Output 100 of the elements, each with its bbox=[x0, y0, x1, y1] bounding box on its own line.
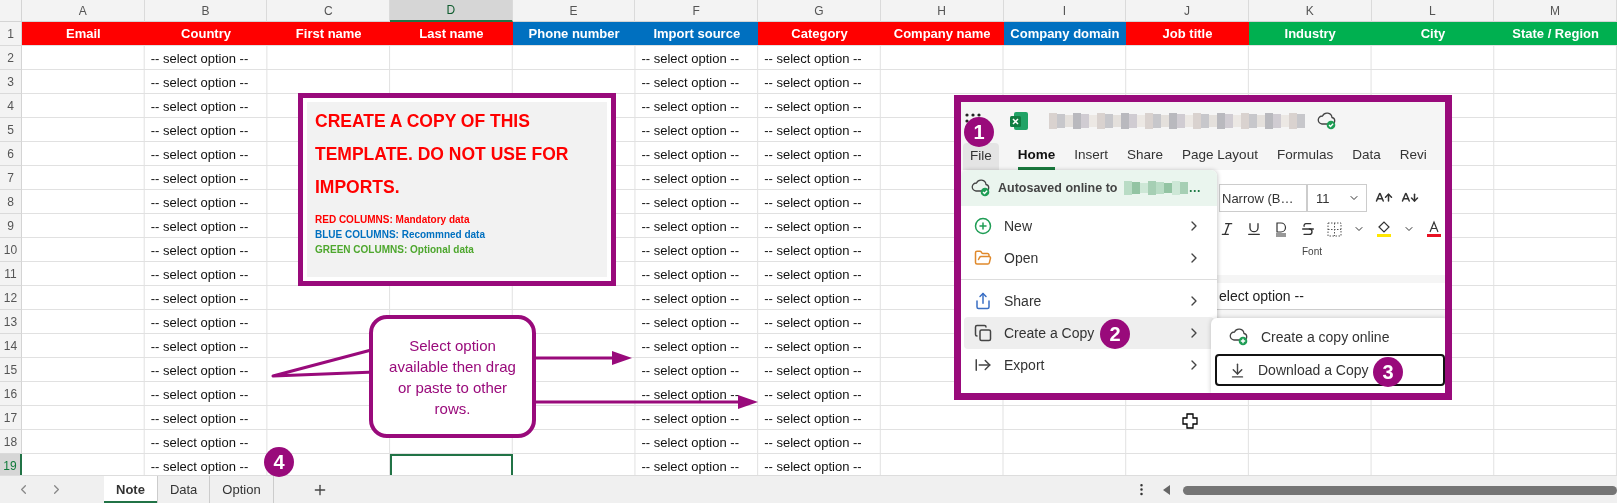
row-number[interactable]: 4 bbox=[0, 94, 22, 118]
menu-item[interactable]: New bbox=[964, 210, 1214, 242]
column-heading[interactable]: A bbox=[22, 0, 145, 22]
header-cell: Last name bbox=[390, 22, 513, 46]
row-number[interactable]: 17 bbox=[0, 406, 22, 430]
table-cell-text: -- select option -- bbox=[149, 265, 250, 284]
row-number[interactable]: 16 bbox=[0, 382, 22, 406]
table-cell-text: -- select option -- bbox=[149, 361, 250, 380]
table-cell-text: -- select option -- bbox=[149, 97, 250, 116]
table-cell-text: -- select option -- bbox=[640, 73, 740, 92]
table-cell-text: -- select option -- bbox=[640, 433, 740, 452]
callout-text: Select option available then drag or paste to other rows. bbox=[369, 315, 536, 438]
table-cell-text: -- select option -- bbox=[640, 361, 740, 380]
column-heading[interactable]: C bbox=[267, 0, 391, 22]
table-cell-text: -- select option -- bbox=[149, 289, 250, 308]
table-cell-text: -- select option -- bbox=[149, 241, 250, 260]
column-heading[interactable]: H bbox=[880, 0, 1004, 22]
ribbon-tab[interactable]: Formulas bbox=[1276, 142, 1334, 170]
menu-item[interactable]: Share bbox=[964, 285, 1214, 317]
row-number[interactable]: 1 bbox=[0, 22, 22, 46]
table-cell-text: -- select option -- bbox=[149, 409, 250, 428]
scrollbar-thumb[interactable] bbox=[1183, 486, 1617, 495]
sheet-tab[interactable]: Data bbox=[157, 476, 211, 503]
column-heading[interactable]: K bbox=[1248, 0, 1372, 22]
fill-color-icon[interactable] bbox=[1376, 220, 1392, 238]
legend-text: RED COLUMNS: Mandatory data bbox=[315, 213, 471, 227]
table-cell-text: -- select option -- bbox=[640, 193, 740, 212]
sheet-tab[interactable]: Note bbox=[104, 476, 158, 503]
underline-icon[interactable] bbox=[1246, 221, 1262, 237]
ribbon-tab[interactable]: Data bbox=[1352, 142, 1381, 170]
download-icon bbox=[1229, 361, 1246, 379]
cursor-icon bbox=[1182, 413, 1198, 429]
column-heading[interactable]: D bbox=[390, 0, 513, 22]
row-number[interactable]: 9 bbox=[0, 214, 22, 238]
table-cell-text: -- select option -- bbox=[763, 289, 863, 308]
cloud-check-icon bbox=[1317, 111, 1337, 130]
menu-item[interactable]: Open bbox=[964, 242, 1214, 274]
header-cell: Company name bbox=[880, 22, 1004, 46]
font-color-icon[interactable] bbox=[1426, 220, 1442, 238]
column-heading[interactable]: G bbox=[758, 0, 881, 22]
ribbon-tab[interactable]: Page Layout bbox=[1182, 142, 1258, 170]
row-number[interactable]: 15 bbox=[0, 358, 22, 382]
column-heading[interactable]: J bbox=[1126, 0, 1249, 22]
menu-item[interactable]: Create a copy online bbox=[1215, 320, 1445, 354]
row-number[interactable]: 14 bbox=[0, 334, 22, 358]
formula-text: elect option -- bbox=[1219, 288, 1304, 304]
table-cell-text: -- select option -- bbox=[640, 145, 740, 164]
table-cell-text: -- select option -- bbox=[149, 145, 250, 164]
sheet-tab[interactable]: Option bbox=[210, 476, 274, 503]
row-number[interactable]: 8 bbox=[0, 190, 22, 214]
spreadsheet-logo-icon bbox=[1009, 110, 1029, 131]
row-number[interactable]: 3 bbox=[0, 70, 22, 94]
table-cell-text: -- select option -- bbox=[763, 97, 863, 116]
file-tab[interactable]: File bbox=[963, 143, 999, 170]
ribbon-tab[interactable]: Share bbox=[1127, 142, 1164, 170]
column-heading[interactable]: L bbox=[1371, 0, 1495, 22]
header-cell: Country bbox=[144, 22, 268, 46]
ribbon-tab[interactable]: Insert bbox=[1074, 142, 1109, 170]
column-heading[interactable]: B bbox=[144, 0, 268, 22]
table-cell-text: -- select option -- bbox=[149, 121, 250, 140]
column-heading[interactable]: M bbox=[1494, 0, 1617, 22]
strikethrough-icon[interactable] bbox=[1300, 221, 1316, 237]
font-name-dropdown[interactable]: Narrow (B… bbox=[1219, 184, 1307, 212]
legend-text: BLUE COLUMNS: Recommned data bbox=[315, 228, 486, 242]
table-cell-text: -- select option -- bbox=[149, 193, 250, 212]
header-cell: Industry bbox=[1248, 22, 1372, 46]
borders-icon[interactable] bbox=[1327, 221, 1342, 237]
header-cell: First name bbox=[267, 22, 391, 46]
column-heading[interactable]: E bbox=[512, 0, 636, 22]
ribbon-tab[interactable]: Revi bbox=[1399, 142, 1427, 170]
header-cell: State / Region bbox=[1494, 22, 1617, 46]
scroll-left-icon[interactable] bbox=[1162, 484, 1171, 495]
double-underline-icon[interactable] bbox=[1273, 221, 1289, 237]
plus-circle-icon bbox=[974, 217, 992, 235]
row-number[interactable]: 7 bbox=[0, 166, 22, 190]
row-number[interactable]: 10 bbox=[0, 238, 22, 262]
menu-item[interactable]: Export bbox=[964, 349, 1214, 381]
table-cell-text: -- select option -- bbox=[149, 313, 250, 332]
table-cell-text: -- select option -- bbox=[763, 217, 863, 236]
font-size-dropdown[interactable]: 11 bbox=[1307, 184, 1367, 212]
column-heading[interactable]: F bbox=[635, 0, 759, 22]
header-cell: Import source bbox=[635, 22, 759, 46]
row-number[interactable]: 18 bbox=[0, 430, 22, 454]
column-heading[interactable]: I bbox=[1003, 0, 1127, 22]
row-number[interactable]: 6 bbox=[0, 142, 22, 166]
header-cell: Company domain bbox=[1003, 22, 1127, 46]
row-number[interactable]: 5 bbox=[0, 118, 22, 142]
row-number[interactable]: 11 bbox=[0, 262, 22, 286]
table-cell-text: -- select option -- bbox=[763, 433, 863, 452]
table-cell-text: -- select option -- bbox=[149, 217, 250, 236]
row-number[interactable]: 2 bbox=[0, 46, 22, 70]
row-number[interactable]: 13 bbox=[0, 310, 22, 334]
table-cell-text: -- select option -- bbox=[763, 49, 863, 68]
row-number[interactable]: 19 bbox=[0, 454, 22, 475]
row-number[interactable]: 12 bbox=[0, 286, 22, 310]
table-cell-text: -- select option -- bbox=[149, 433, 250, 452]
table-cell-text: -- select option -- bbox=[763, 457, 863, 475]
table-cell-text: -- select option -- bbox=[640, 97, 740, 116]
table-cell-text: -- select option -- bbox=[149, 457, 250, 475]
italic-icon[interactable] bbox=[1219, 221, 1235, 237]
